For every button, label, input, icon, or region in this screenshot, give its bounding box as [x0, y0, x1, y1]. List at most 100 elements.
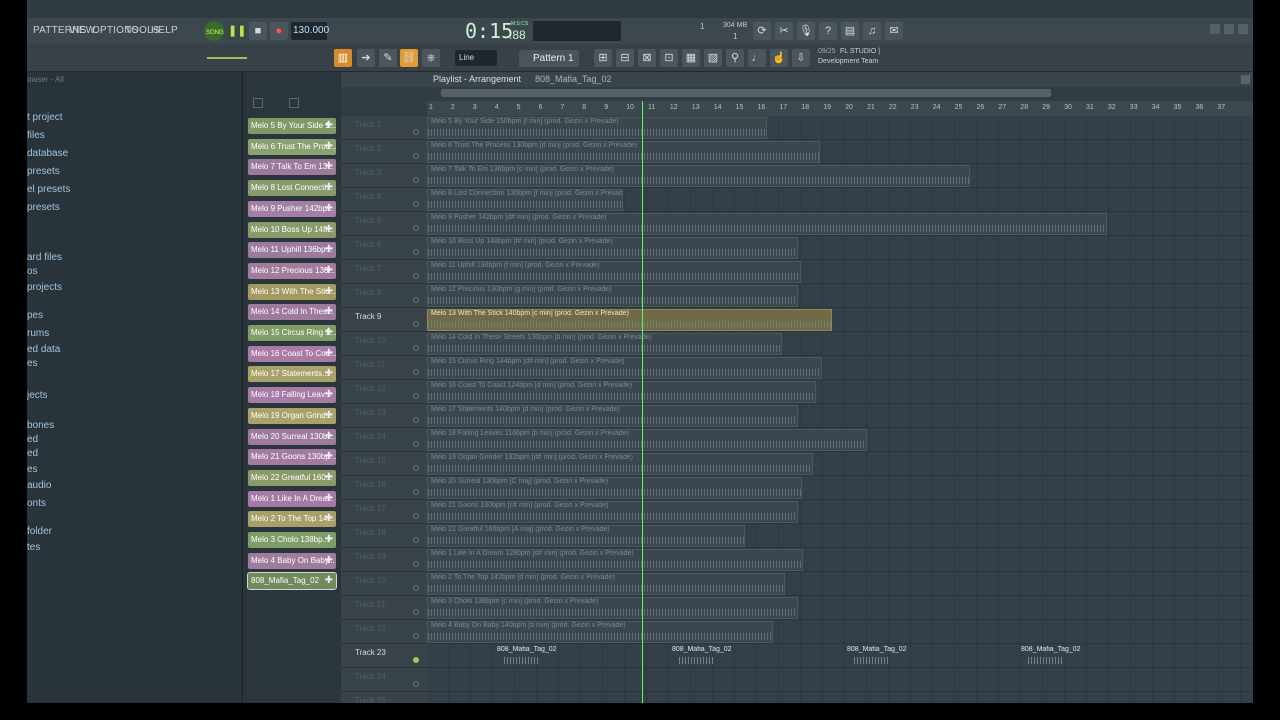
track-led-icon[interactable]: [413, 633, 419, 639]
maximize-icon[interactable]: [1224, 24, 1234, 34]
chat-icon[interactable]: ✉: [885, 22, 903, 40]
track-led-icon[interactable]: [413, 585, 419, 591]
playlist-grid[interactable]: Melo 5 By Your Side 150bpm [f min] (prod…: [427, 116, 1253, 703]
tag-clip[interactable]: 808_Mafia_Tag_02: [493, 645, 559, 667]
browser-item[interactable]: projects: [27, 282, 62, 293]
browser-item[interactable]: files: [27, 130, 45, 141]
browser-item[interactable]: es: [27, 358, 38, 369]
stamp-icon[interactable]: ⎈: [422, 49, 440, 67]
tag-clip[interactable]: 808_Mafia_Tag_02: [668, 645, 734, 667]
browser-item[interactable]: rums: [27, 328, 49, 339]
browser-item[interactable]: ed: [27, 434, 38, 445]
refresh-icon[interactable]: ⟳: [753, 22, 771, 40]
browser-item[interactable]: jects: [27, 390, 48, 401]
picker-clip[interactable]: Melo 10 Boss Up 148... ✚: [248, 221, 336, 238]
track-led-icon[interactable]: [413, 513, 419, 519]
track-led-icon[interactable]: [413, 369, 419, 375]
picker-clip[interactable]: Melo 1 Like In A Drea... ✚: [248, 490, 336, 507]
picker-clip[interactable]: Melo 19 Organ Grind... ✚: [248, 407, 336, 424]
cut-icon[interactable]: ✂: [775, 22, 793, 40]
browser-item[interactable]: ed data: [27, 344, 60, 355]
picker-clip[interactable]: Melo 15 Circus Ring 1... ✚: [248, 325, 336, 341]
track-header[interactable]: Track 19: [341, 548, 427, 572]
track-header[interactable]: Track 21: [341, 596, 427, 620]
audio-clip[interactable]: Melo 8 Lost Connection 130bpm [f min] (p…: [427, 189, 623, 211]
browser-item[interactable]: presets: [27, 202, 60, 213]
track-led-icon[interactable]: [413, 273, 419, 279]
picker-clip[interactable]: Melo 18 Falling Leav... ✚: [248, 387, 336, 404]
audio-clip[interactable]: Melo 14 Cold In These Streets 136bpm [b …: [427, 333, 782, 355]
browser-item[interactable]: es: [27, 464, 38, 475]
tempo-tap-icon[interactable]: ♩: [748, 49, 766, 67]
pencil-icon[interactable]: ✎: [379, 49, 397, 67]
browser-item[interactable]: bones: [27, 420, 54, 431]
picker-clip[interactable]: Melo 2 To The Top 14... ✚: [248, 511, 336, 528]
track-led-icon[interactable]: [413, 489, 419, 495]
audio-clip[interactable]: Melo 15 Circus Ring 144bpm [d# min] (pro…: [427, 357, 822, 379]
picker-clip[interactable]: Melo 22 Greatful 160... ✚: [248, 469, 336, 486]
browser-item[interactable]: ed: [27, 448, 38, 459]
browser-item[interactable]: ard files: [27, 252, 62, 263]
help-icon[interactable]: ?: [819, 22, 837, 40]
browser-item[interactable]: audio: [27, 480, 51, 491]
close-icon[interactable]: [1238, 24, 1248, 34]
track-header[interactable]: Track 6: [341, 236, 427, 260]
picker-clip[interactable]: Melo 3 Cholo 138bp... ✚: [248, 532, 336, 548]
arrow-icon[interactable]: ➔: [357, 49, 375, 67]
track-header[interactable]: Track 4: [341, 188, 427, 212]
audio-clip[interactable]: Melo 4 Baby On Baby 140bpm [b min] (prod…: [427, 621, 773, 643]
pin-icon[interactable]: ⚲: [726, 49, 744, 67]
track-lane[interactable]: [427, 692, 1253, 703]
browser-item[interactable]: os: [27, 266, 38, 277]
track-led-icon[interactable]: [413, 201, 419, 207]
timeline-ruler[interactable]: 1 2 3 4 5 6 7 8 9 10 11 12 13 14 15 16 17 18 19 20 21 22 23 24 2…: [427, 101, 1253, 116]
track-led-icon[interactable]: [413, 249, 419, 255]
picker-clip[interactable]: Melo 20 Surreal 130b... ✚: [248, 428, 336, 445]
track-led-icon[interactable]: [413, 441, 419, 447]
browser-item[interactable]: presets: [27, 166, 60, 177]
track-led-icon[interactable]: [413, 129, 419, 135]
track-header[interactable]: Track 8: [341, 284, 427, 308]
track-header[interactable]: Track 3: [341, 164, 427, 188]
download-icon[interactable]: ⇩: [792, 49, 810, 67]
browser-item[interactable]: onts: [27, 498, 46, 509]
track-header[interactable]: Track 7: [341, 260, 427, 284]
tag-clip[interactable]: 808_Mafia_Tag_02: [1017, 645, 1083, 667]
touch-icon[interactable]: ☝: [770, 49, 788, 67]
snap-select[interactable]: Line: [455, 50, 497, 66]
audio-clip[interactable]: Melo 1 Like In A Dream 128bpm [d# min] (…: [427, 549, 803, 571]
audio-clip[interactable]: Melo 19 Organ Grinder 132bpm [d# min] (p…: [427, 453, 813, 475]
link-icon[interactable]: ⛓: [400, 49, 418, 67]
pattern-select[interactable]: Pattern 1: [519, 50, 579, 67]
browser-item[interactable]: t project: [27, 112, 63, 123]
track-led-icon[interactable]: [413, 657, 419, 663]
pause-icon[interactable]: ❚❚: [228, 22, 246, 40]
track-header[interactable]: Track 16: [341, 476, 427, 500]
audio-clip[interactable]: Melo 18 Falling Leaves 116bpm [b min] (p…: [427, 429, 867, 451]
plugin-icon[interactable]: ♫: [863, 22, 881, 40]
audio-clip[interactable]: Melo 11 Uphill 136bpm [f min] (prod. Gez…: [427, 261, 801, 283]
audio-clip[interactable]: Melo 17 Statements 140bpm [d min] (prod.…: [427, 405, 798, 427]
mic-icon[interactable]: 🎙: [797, 22, 815, 40]
track-led-icon[interactable]: [413, 417, 419, 423]
picker-clip[interactable]: Melo 11 Uphill 136bp... ✚: [248, 242, 336, 259]
plugin-picker-icon[interactable]: ▧: [704, 49, 722, 67]
audio-clip[interactable]: Melo 2 To The Top 142bpm [d min] (prod. …: [427, 573, 785, 595]
track-header[interactable]: Track 5: [341, 212, 427, 236]
track-header[interactable]: Track 10: [341, 332, 427, 356]
track-led-icon[interactable]: [413, 561, 419, 567]
track-header[interactable]: Track 23: [341, 644, 427, 668]
track-header[interactable]: Track 12: [341, 380, 427, 404]
track-header[interactable]: Track 20: [341, 572, 427, 596]
track-led-icon[interactable]: [413, 321, 419, 327]
track-header[interactable]: Track 14: [341, 428, 427, 452]
browser-item[interactable]: folder: [27, 526, 52, 537]
audio-clip[interactable]: Melo 6 Trust The Process 130bpm [d min] …: [427, 141, 820, 163]
track-led-icon[interactable]: [413, 153, 419, 159]
audio-clip[interactable]: Melo 21 Goons 130bpm [c# min] (prod. Gez…: [427, 501, 798, 523]
stop-icon[interactable]: ■: [249, 22, 267, 40]
picker-clip[interactable]: Melo 5 By Your Side 1... ✚: [248, 118, 336, 134]
track-led-icon[interactable]: [413, 345, 419, 351]
track-led-icon[interactable]: [413, 465, 419, 471]
track-header[interactable]: Track 9: [341, 308, 427, 332]
